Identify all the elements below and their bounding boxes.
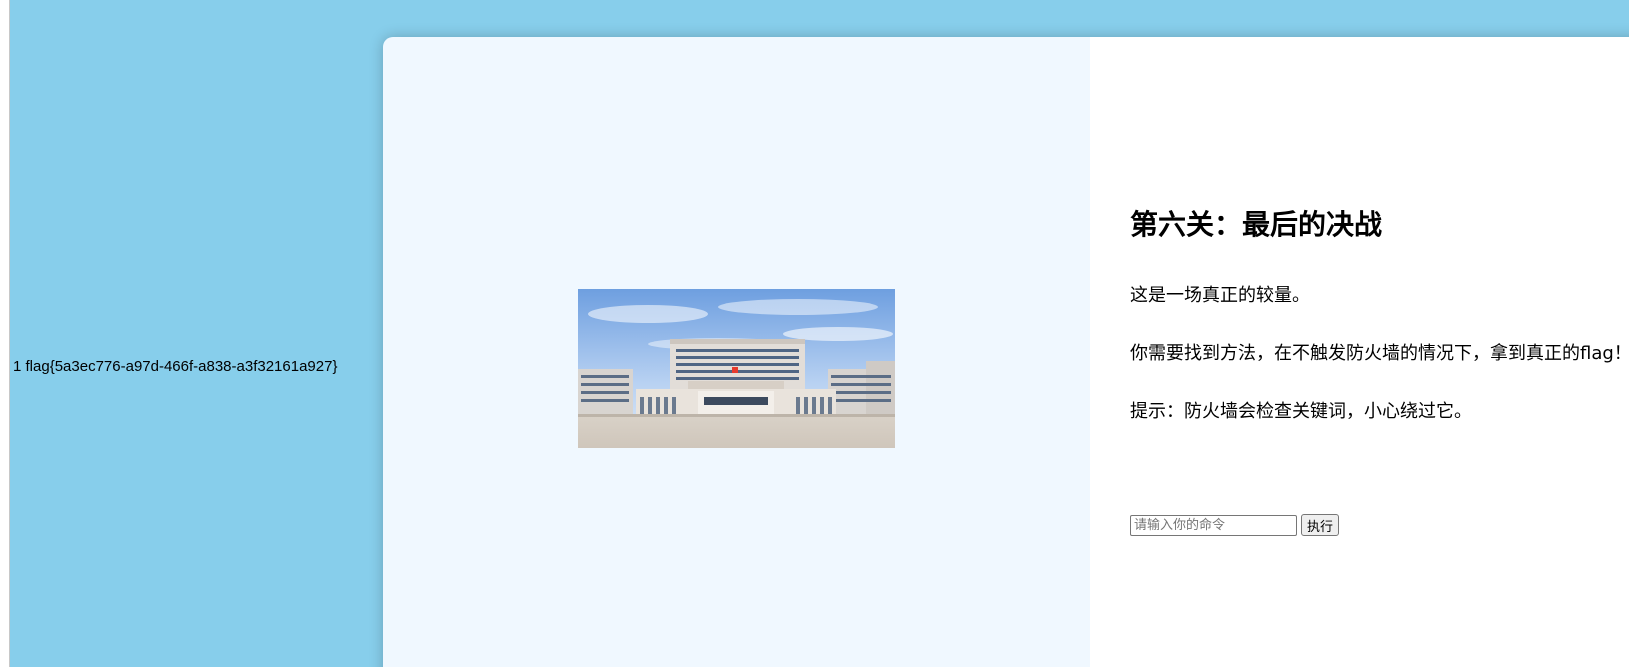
hint-text: 提示：防火墙会检查关键词，小心绕过它。 bbox=[1130, 401, 1472, 422]
image-panel bbox=[383, 37, 1090, 667]
level-card: 第六关：最后的决战 这是一场真正的较量。 你需要找到方法，在不触发防火墙的情况下… bbox=[383, 37, 1629, 667]
command-form: 执行 bbox=[1130, 514, 1340, 536]
command-output-text: 1 flag{5a3ec776-a97d-466f-a838-a3f32161a… bbox=[13, 358, 338, 375]
browser-left-edge bbox=[0, 0, 10, 667]
content-panel: 第六关：最后的决战 这是一场真正的较量。 你需要找到方法，在不触发防火墙的情况下… bbox=[1090, 37, 1629, 667]
intro-text: 这是一场真正的较量。 bbox=[1130, 285, 1310, 306]
page-title: 第六关：最后的决战 bbox=[1130, 208, 1383, 241]
building-photo bbox=[578, 289, 895, 448]
execute-button[interactable]: 执行 bbox=[1301, 514, 1340, 536]
command-input[interactable] bbox=[1130, 514, 1297, 536]
instruction-text: 你需要找到方法，在不触发防火墙的情况下，拿到真正的flag！ bbox=[1130, 343, 1629, 364]
